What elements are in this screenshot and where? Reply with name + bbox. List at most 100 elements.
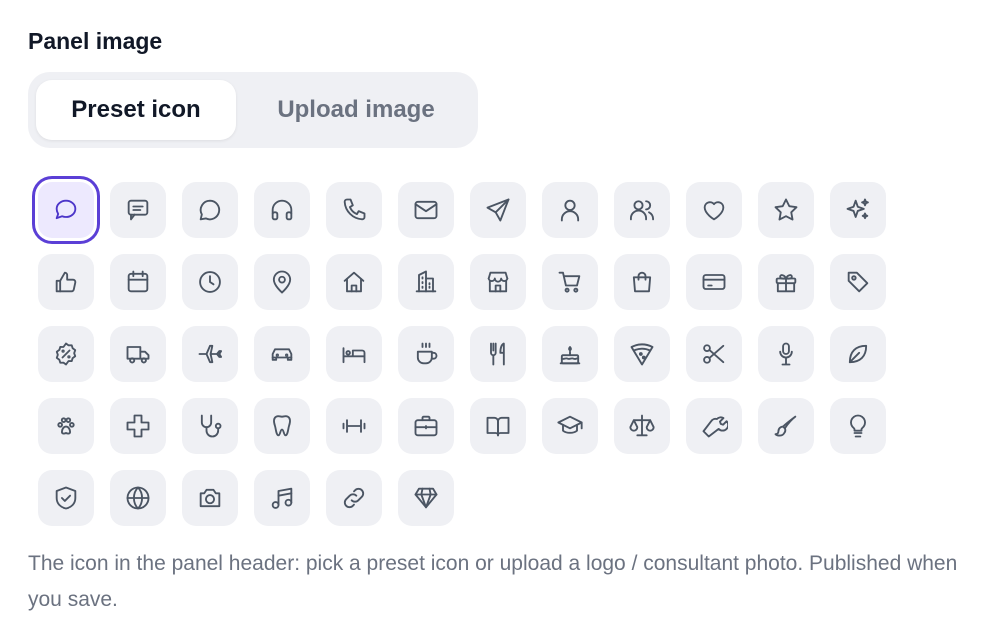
icon-option-message-circle[interactable] [182,182,238,238]
truck-icon [126,346,150,364]
icon-option-scale[interactable] [614,398,670,454]
icon-option-message-square[interactable] [110,182,166,238]
icon-option-lightbulb[interactable] [830,398,886,454]
icon-option-clock[interactable] [182,254,238,310]
icon-option-graduation-cap[interactable] [542,398,598,454]
phone-icon [343,198,366,221]
gift-icon [775,274,797,293]
paintbrush-icon [774,415,797,437]
icon-option-truck[interactable] [110,326,166,382]
bed-icon [342,347,366,364]
icon-option-book-open[interactable] [470,398,526,454]
mail-icon [414,200,438,220]
icon-option-utensils[interactable] [470,326,526,382]
coffee-icon [416,342,438,365]
thumbs-up-icon [55,271,77,293]
heart-icon [703,201,725,221]
image-source-tabs: Preset icon Upload image [28,72,478,148]
icon-option-link[interactable] [326,470,382,526]
icon-option-map-pin[interactable] [254,254,310,310]
icon-option-pizza[interactable] [614,326,670,382]
scissors-icon [703,344,725,364]
calendar-icon [127,270,149,293]
send-icon [486,198,510,222]
globe-icon [126,486,150,510]
icon-option-briefcase[interactable] [398,398,454,454]
icon-option-building[interactable] [398,254,454,310]
scale-icon [629,414,655,437]
icon-option-dumbbell[interactable] [326,398,382,454]
icon-option-home[interactable] [326,254,382,310]
icon-option-chat-bubble[interactable] [38,182,94,238]
icon-option-music[interactable] [254,470,310,526]
users-icon [629,200,655,221]
tooth-icon [273,415,291,437]
panel-image-title: Panel image [28,28,163,54]
icon-option-medical-cross[interactable] [110,398,166,454]
cake-icon [559,346,581,365]
medical-cross-icon [126,414,150,438]
icon-option-mail[interactable] [398,182,454,238]
icon-option-send[interactable] [470,182,526,238]
home-icon [343,271,365,293]
shopping-bag-icon [632,271,652,293]
icon-option-heart[interactable] [686,182,742,238]
icon-option-calendar[interactable] [110,254,166,310]
book-open-icon [486,416,510,437]
tag-icon [847,271,869,293]
icon-option-gem[interactable] [398,470,454,526]
shopping-cart-icon [558,271,581,293]
headphones-icon [271,199,293,221]
sparkles-icon [846,198,869,220]
help-text: The icon in the panel header: pick a pre… [28,552,958,611]
icon-option-cake[interactable] [542,326,598,382]
user-icon [560,199,580,222]
gem-icon [414,487,438,509]
icon-option-tooth[interactable] [254,398,310,454]
music-icon [271,487,293,509]
icon-option-plane[interactable] [182,326,238,382]
icon-option-wrench[interactable] [686,398,742,454]
icon-option-paintbrush[interactable] [758,398,814,454]
icon-option-shopping-cart[interactable] [542,254,598,310]
icon-option-gift[interactable] [758,254,814,310]
tab-preset-icon[interactable]: Preset icon [36,80,236,140]
star-icon [774,198,798,221]
clock-icon [199,271,221,293]
map-pin-icon [272,270,292,294]
plane-icon [198,344,223,364]
shield-check-icon [55,486,77,510]
icon-option-users[interactable] [614,182,670,238]
icon-option-headphones[interactable] [254,182,310,238]
icon-option-microphone[interactable] [758,326,814,382]
icon-option-phone[interactable] [326,182,382,238]
icon-option-star[interactable] [758,182,814,238]
leaf-icon [848,344,868,364]
dumbbell-icon [342,419,366,433]
icon-option-store[interactable] [470,254,526,310]
icon-option-credit-card[interactable] [686,254,742,310]
chat-bubble-icon [55,199,77,220]
icon-option-car[interactable] [254,326,310,382]
icon-option-paw[interactable] [38,398,94,454]
lightbulb-icon [850,414,866,438]
icon-option-shield-check[interactable] [38,470,94,526]
icon-option-stethoscope[interactable] [182,398,238,454]
icon-option-sparkles[interactable] [830,182,886,238]
icon-option-shopping-bag[interactable] [614,254,670,310]
icon-option-leaf[interactable] [830,326,886,382]
message-circle-icon [199,199,221,221]
icon-option-user[interactable] [542,182,598,238]
wrench-icon [702,416,728,438]
stethoscope-icon [200,414,222,438]
icon-option-camera[interactable] [182,470,238,526]
icon-option-thumbs-up[interactable] [38,254,94,310]
tab-upload-image[interactable]: Upload image [246,80,466,140]
icon-option-scissors[interactable] [686,326,742,382]
icon-option-coffee[interactable] [398,326,454,382]
icon-option-globe[interactable] [110,470,166,526]
icon-option-bed[interactable] [326,326,382,382]
icon-option-tag[interactable] [830,254,886,310]
microphone-icon [779,342,793,366]
icon-option-discount-badge[interactable] [38,326,94,382]
